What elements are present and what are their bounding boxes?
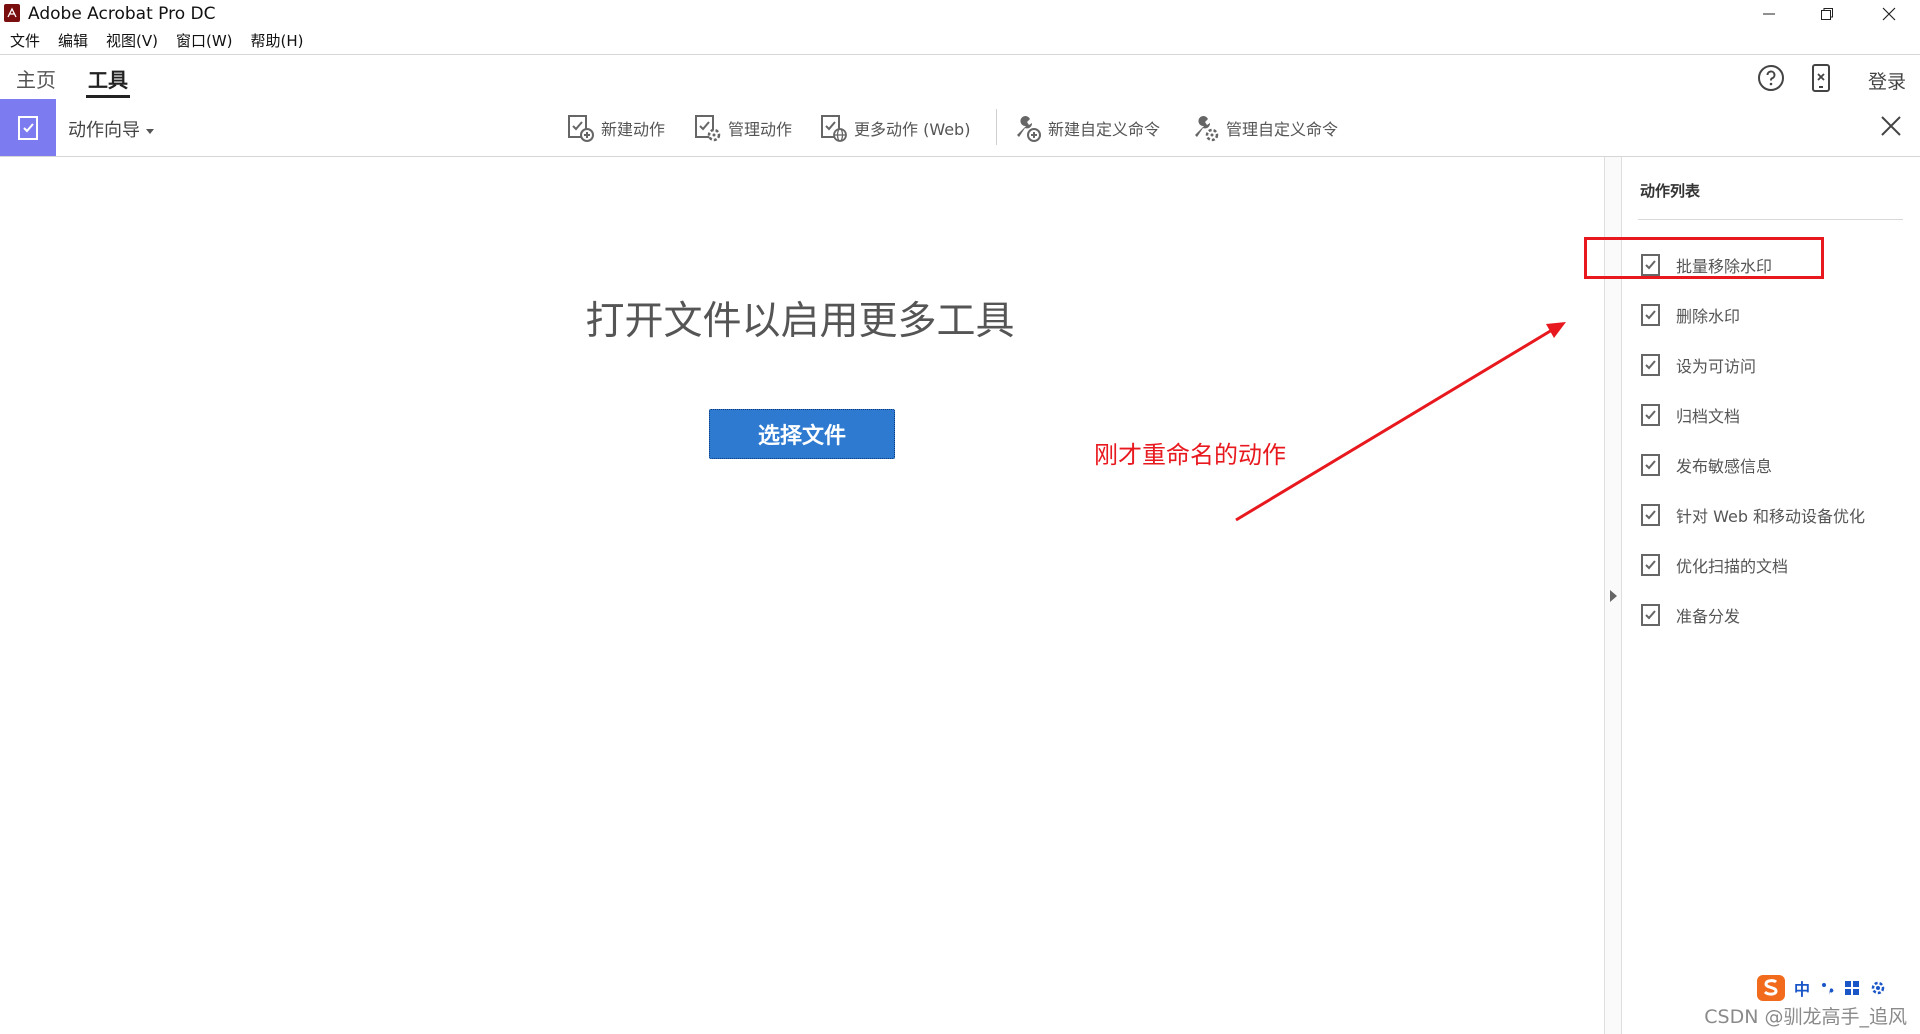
action-check-icon bbox=[1641, 254, 1660, 276]
action-label: 发布敏感信息 bbox=[1676, 457, 1773, 476]
annotation-text: 刚才重命名的动作 bbox=[1094, 441, 1286, 469]
csdn-watermark: CSDN @驯龙高手_追风 bbox=[1704, 1006, 1907, 1028]
action-check-icon bbox=[1641, 504, 1660, 526]
ime-mode-label[interactable]: 中 bbox=[1794, 976, 1810, 1000]
action-item[interactable]: 准备分发 bbox=[1640, 600, 1740, 630]
action-label: 优化扫描的文档 bbox=[1676, 557, 1789, 576]
annotation-arrow bbox=[1235, 322, 1566, 522]
action-label: 针对 Web 和移动设备优化 bbox=[1676, 507, 1866, 526]
action-check-icon bbox=[1641, 304, 1660, 326]
action-item[interactable]: 针对 Web 和移动设备优化 bbox=[1640, 500, 1865, 530]
panel-divider bbox=[1638, 219, 1903, 220]
action-check-icon bbox=[1641, 554, 1660, 576]
action-label: 归档文档 bbox=[1676, 407, 1741, 426]
collapse-arrow-icon[interactable] bbox=[1610, 590, 1617, 602]
action-item[interactable]: 批量移除水印 bbox=[1640, 250, 1772, 280]
action-check-icon bbox=[1641, 404, 1660, 426]
action-check-icon bbox=[1641, 604, 1660, 626]
action-label: 批量移除水印 bbox=[1676, 257, 1773, 276]
ime-settings-icon bbox=[1871, 981, 1885, 995]
action-item[interactable]: 删除水印 bbox=[1640, 300, 1740, 330]
keyboard-grid-icon bbox=[1845, 981, 1860, 995]
action-item[interactable]: 设为可访问 bbox=[1640, 350, 1756, 380]
action-item[interactable]: 归档文档 bbox=[1640, 400, 1740, 430]
panel-collapse-handle[interactable] bbox=[1604, 157, 1622, 1034]
ime-toolbar[interactable]: 中 bbox=[1756, 973, 1892, 1003]
sogou-logo-icon bbox=[1757, 975, 1785, 1001]
action-item[interactable]: 优化扫描的文档 bbox=[1640, 550, 1788, 580]
action-item[interactable]: 发布敏感信息 bbox=[1640, 450, 1772, 480]
action-check-icon bbox=[1641, 454, 1660, 476]
punctuation-icon bbox=[1822, 983, 1834, 995]
action-label: 准备分发 bbox=[1676, 607, 1741, 626]
action-check-icon bbox=[1641, 354, 1660, 376]
action-label: 删除水印 bbox=[1676, 307, 1741, 326]
action-list-title: 动作列表 bbox=[1640, 182, 1701, 200]
action-label: 设为可访问 bbox=[1676, 357, 1757, 376]
